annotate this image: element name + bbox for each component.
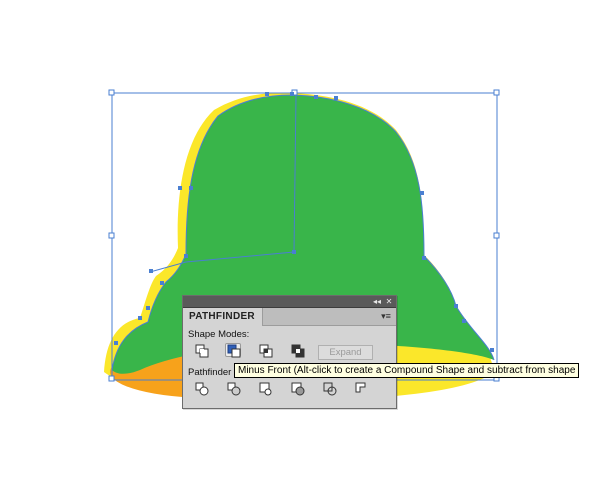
minus-back-icon xyxy=(355,382,366,393)
minus-back-button[interactable] xyxy=(354,382,370,396)
crop-button[interactable] xyxy=(290,382,306,396)
unite-button[interactable] xyxy=(194,344,210,358)
intersect-button[interactable] xyxy=(258,344,274,358)
panel-tab-row: PATHFINDER ▾≡ xyxy=(183,308,396,326)
artboard xyxy=(104,89,500,400)
pathfinder-panel: ◂◂ ✕ PATHFINDER ▾≡ Shape Modes: Expand P… xyxy=(182,295,397,409)
tooltip: Minus Front (Alt-click to create a Compo… xyxy=(234,363,580,378)
expand-button[interactable]: Expand xyxy=(318,345,373,360)
panel-titlebar[interactable]: ◂◂ ✕ xyxy=(183,296,396,308)
pathfinders-label: Pathfinder xyxy=(188,367,232,378)
minus-front-icon xyxy=(227,344,241,358)
panel-menu-icon[interactable]: ▾≡ xyxy=(379,311,393,322)
minus-front-button[interactable] xyxy=(225,343,241,358)
divide-icon xyxy=(195,382,209,396)
trim-icon xyxy=(227,382,241,396)
crop-icon xyxy=(291,382,305,396)
tab-pathfinder[interactable]: PATHFINDER xyxy=(183,308,263,326)
merge-button[interactable] xyxy=(258,382,274,396)
exclude-button[interactable] xyxy=(290,344,306,358)
collapse-panel-icon[interactable]: ◂◂ xyxy=(372,296,382,307)
outline-button[interactable] xyxy=(322,382,338,396)
merge-icon xyxy=(259,382,272,396)
trim-button[interactable] xyxy=(226,382,242,396)
exclude-icon xyxy=(291,344,305,358)
divide-button[interactable] xyxy=(194,382,210,396)
shape-modes-label: Shape Modes: xyxy=(188,329,250,340)
intersect-icon xyxy=(259,344,273,358)
unite-icon xyxy=(195,344,209,358)
close-icon[interactable]: ✕ xyxy=(384,296,394,307)
outline-icon xyxy=(323,382,337,396)
